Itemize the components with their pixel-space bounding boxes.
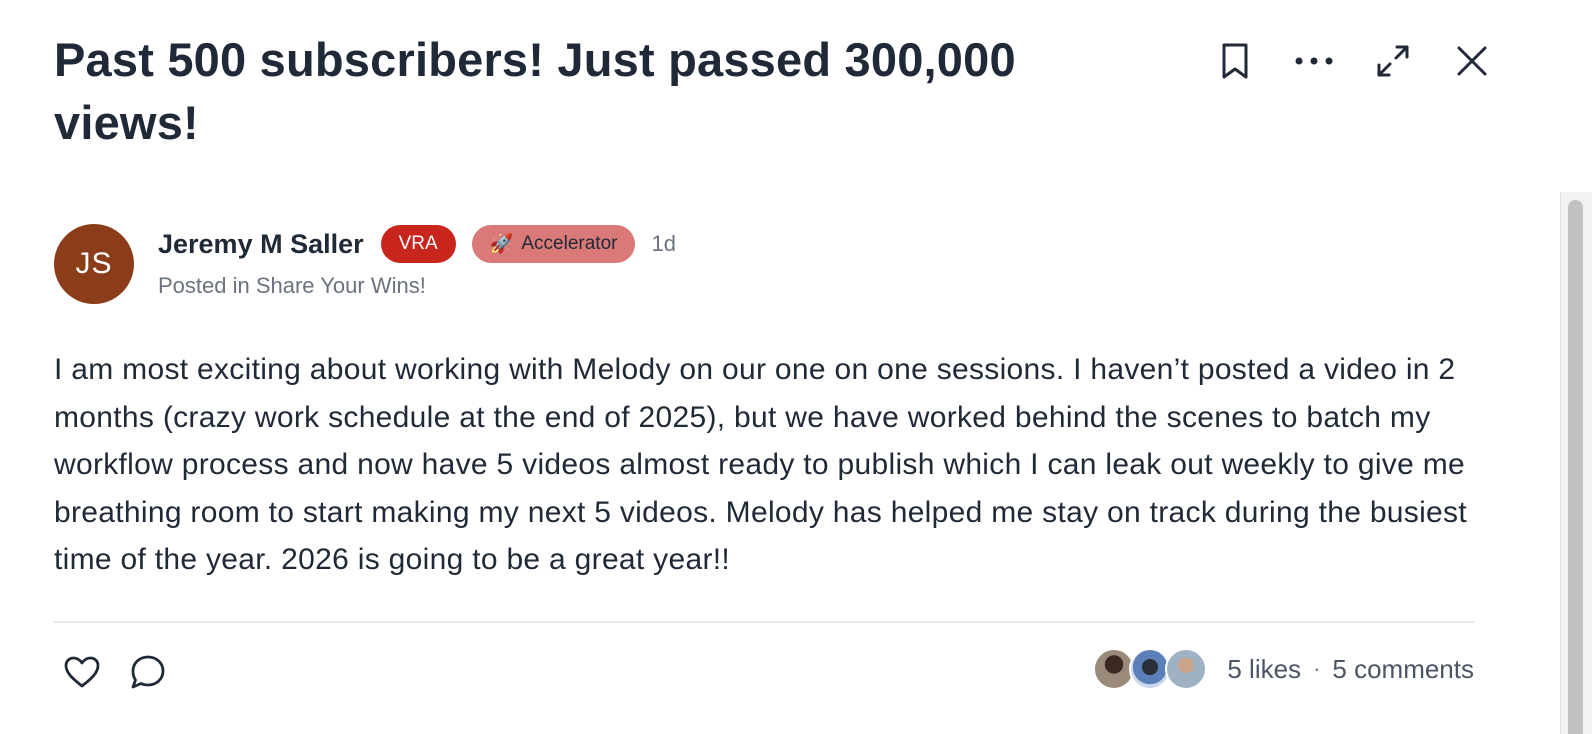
scrollbar-thumb[interactable] (1568, 200, 1583, 734)
accelerator-badge: 🚀 Accelerator (471, 225, 636, 263)
liker-avatar (1165, 648, 1208, 690)
accelerator-label: Accelerator (521, 233, 618, 254)
comments-count[interactable]: 5 comments (1332, 654, 1474, 685)
likes-count[interactable]: 5 likes (1227, 654, 1301, 685)
post-actions (60, 650, 192, 694)
more-icon (1295, 57, 1333, 65)
rocket-icon: 🚀 (489, 234, 514, 255)
divider (54, 621, 1474, 623)
liker-avatars[interactable] (1093, 648, 1208, 690)
post-title: Past 500 subscribers! Just passed 300,00… (54, 33, 1016, 149)
expand-icon (1377, 45, 1409, 77)
author-name[interactable]: Jeremy M Saller (158, 229, 364, 260)
close-icon (1457, 46, 1487, 76)
heart-icon (64, 656, 100, 688)
avatar[interactable]: JS (54, 224, 134, 304)
vra-badge: VRA (380, 225, 456, 263)
post-body: I am most exciting about working with Me… (54, 353, 1467, 576)
expand-button[interactable] (1368, 36, 1418, 86)
post-timestamp: 1d (651, 231, 676, 256)
like-button[interactable] (60, 650, 104, 694)
close-button[interactable] (1447, 36, 1497, 86)
comment-icon (131, 655, 165, 689)
author-row: JS Jeremy M Saller VRA 🚀 Accelerator 1d … (54, 224, 676, 304)
posted-in-category[interactable]: Posted in Share Your Wins! (158, 273, 676, 299)
bookmark-icon (1222, 43, 1248, 79)
separator-dot: · (1313, 656, 1321, 681)
bookmark-button[interactable] (1210, 36, 1260, 86)
author-meta: Jeremy M Saller VRA 🚀 Accelerator 1d Pos… (158, 224, 676, 299)
engagement-summary: 5 likes · 5 comments (1093, 648, 1474, 690)
scrollbar[interactable] (1560, 192, 1592, 734)
comment-button[interactable] (126, 650, 170, 694)
header-actions (1210, 36, 1497, 86)
more-options-button[interactable] (1289, 36, 1339, 86)
author-name-line: Jeremy M Saller VRA 🚀 Accelerator 1d (158, 224, 676, 264)
post-modal: Past 500 subscribers! Just passed 300,00… (0, 0, 1592, 734)
